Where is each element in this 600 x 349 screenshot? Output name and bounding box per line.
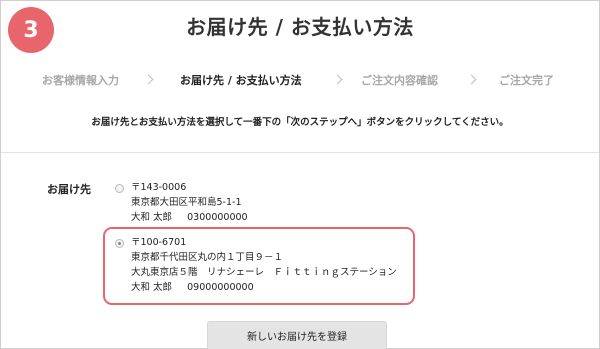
step-customer-info: お客様情報入力 xyxy=(42,74,119,87)
address-radio-2[interactable] xyxy=(115,239,124,248)
recipient-name: 大和 太郎 xyxy=(131,212,173,223)
recipient-name: 大和 太郎 xyxy=(131,282,173,293)
address-option-1[interactable]: 〒143-0006 東京都大田区平和島5-1-1 大和 太郎 030000000… xyxy=(131,180,248,225)
recipient-phone: 0300000000 xyxy=(187,212,248,223)
instruction-text: お届け先とお支払い方法を選択して一番下の「次のステップへ」ボタンをクリックしてく… xyxy=(91,117,509,128)
page-title: お届け先 / お支払い方法 xyxy=(186,15,414,39)
address-building: 大丸東京店５階 リナシェーレ Ｆｉｔｔｉｎｇステーション xyxy=(131,267,397,278)
address-option-2[interactable]: 〒100-6701 東京都千代田区丸の内１丁目９－１ 大丸東京店５階 リナシェー… xyxy=(131,235,397,295)
recipient-phone: 09000000000 xyxy=(187,282,254,293)
shipping-section-label: お届け先 xyxy=(47,183,91,196)
chevron-right-icon xyxy=(143,74,154,85)
address-contact: 大和 太郎 0300000000 xyxy=(131,210,248,225)
address-street: 東京都大田区平和島5-1-1 xyxy=(131,197,242,208)
chevron-right-icon xyxy=(466,74,477,85)
address-contact: 大和 太郎 09000000000 xyxy=(131,280,397,295)
checkout-stepper: お客様情報入力 お届け先 / お支払い方法 ご注文内容確認 ご注文完了 xyxy=(0,72,600,92)
step-shipping-payment: お届け先 / お支払い方法 xyxy=(180,74,302,87)
chevron-right-icon xyxy=(332,74,343,85)
address-street: 東京都千代田区丸の内１丁目９－１ xyxy=(131,252,284,263)
step-order-complete: ご注文完了 xyxy=(499,74,554,87)
section-divider xyxy=(1,152,599,153)
step-order-confirm: ご注文内容確認 xyxy=(361,74,438,87)
address-postal: 〒143-0006 xyxy=(131,182,187,193)
address-radio-1[interactable] xyxy=(115,184,124,193)
address-postal: 〒100-6701 xyxy=(131,237,187,248)
add-new-address-button[interactable]: 新しいお届け先を登録 xyxy=(207,321,387,349)
